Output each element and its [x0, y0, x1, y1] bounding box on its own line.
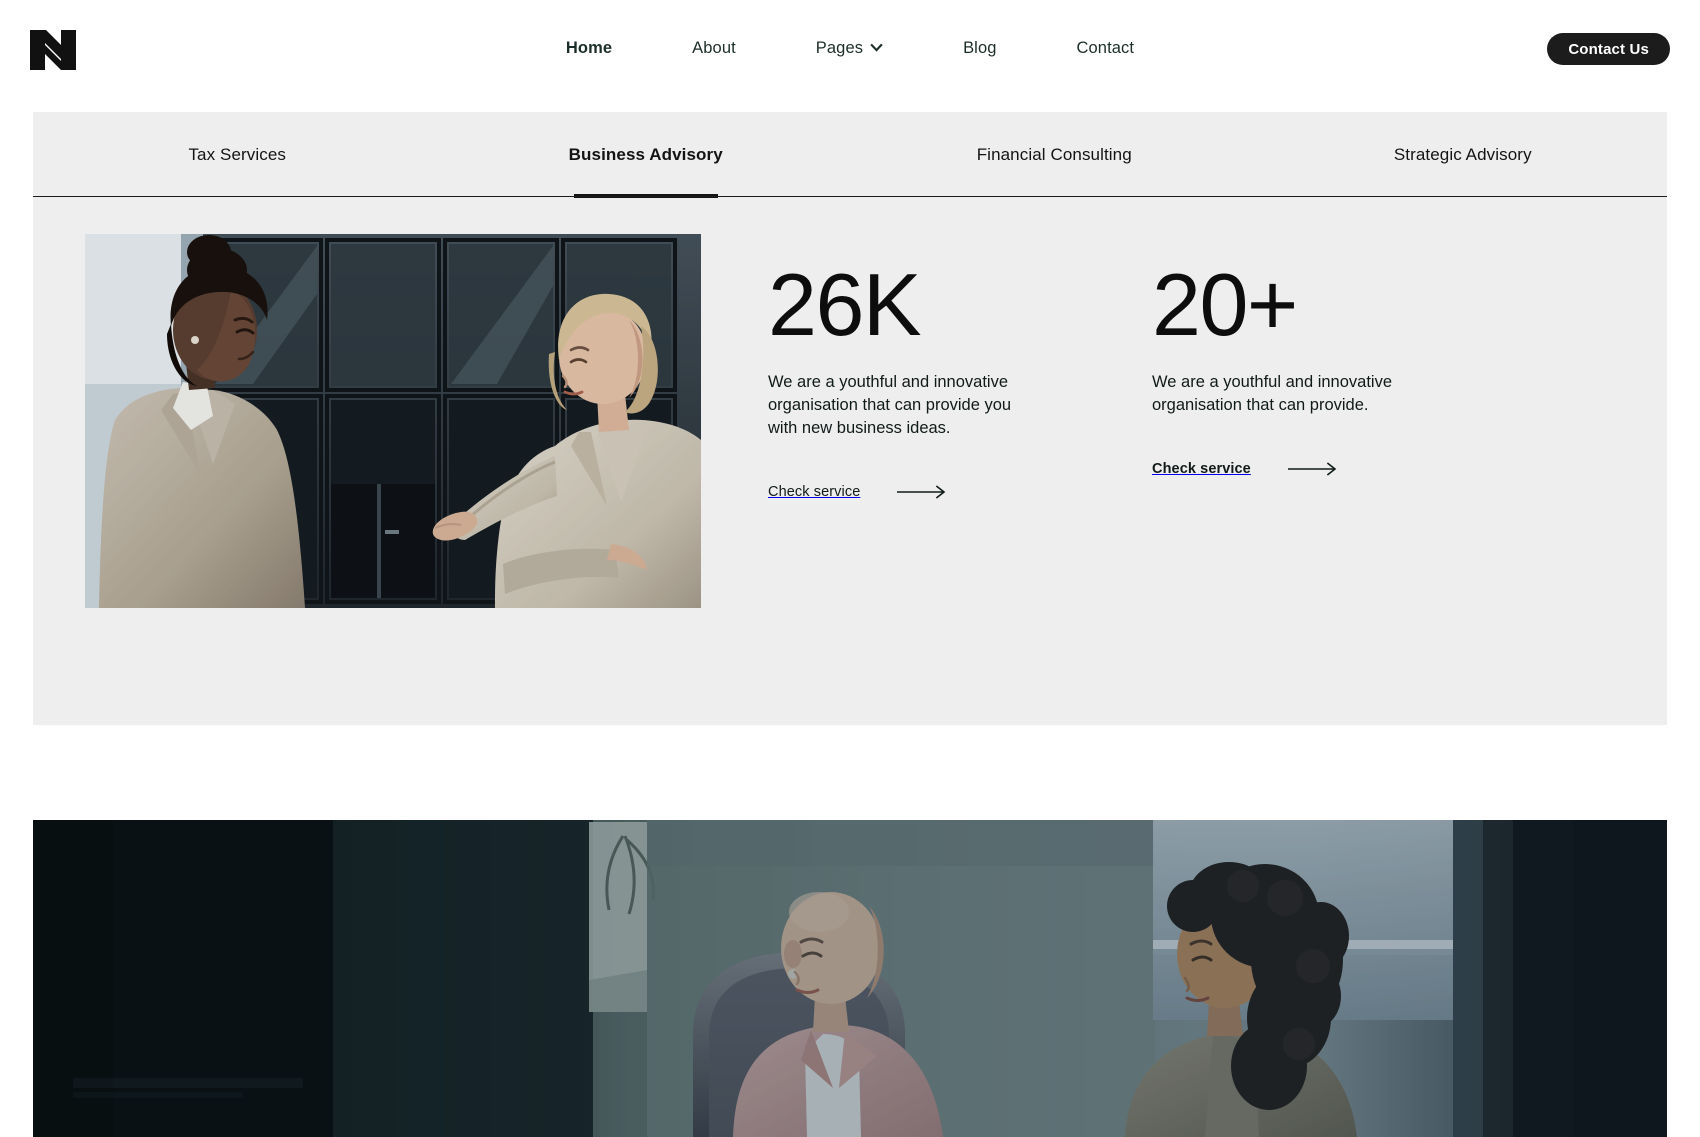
stat-number: 26K	[768, 255, 922, 354]
arrow-right-icon	[1287, 462, 1339, 476]
nav-item-contact[interactable]: Contact	[1037, 36, 1175, 60]
tab-label: Tax Services	[188, 144, 287, 164]
service-tabs: Tax Services Business Advisory Financial…	[33, 112, 1667, 197]
panel-content: 26K We are a youthful and innovative org…	[33, 197, 1667, 725]
stats-group: 26K We are a youthful and innovative org…	[768, 255, 1608, 501]
nav-item-blog[interactable]: Blog	[923, 36, 1036, 60]
tab-strategic-advisory[interactable]: Strategic Advisory	[1259, 112, 1668, 197]
services-panel: Tax Services Business Advisory Financial…	[33, 112, 1667, 725]
nav-label: Pages	[815, 39, 864, 57]
check-service-link-1[interactable]: Check service	[768, 484, 948, 500]
check-service-link-2[interactable]: Check service	[1152, 461, 1339, 477]
stat-description: We are a youthful and innovative organis…	[1152, 373, 1393, 414]
link-label: Check service	[1152, 461, 1251, 477]
nav-label: Home	[565, 39, 613, 57]
stat-card-1: 26K We are a youthful and innovative org…	[768, 255, 1048, 501]
nav-item-about[interactable]: About	[652, 36, 776, 60]
contact-us-button[interactable]: Contact Us	[1547, 33, 1670, 65]
stat-card-2: 20+ We are a youthful and innovative org…	[1152, 257, 1432, 500]
chevron-down-icon	[870, 41, 883, 54]
stat-number: 20+	[1152, 255, 1298, 354]
tab-label: Business Advisory	[568, 144, 723, 164]
tab-tax-services[interactable]: Tax Services	[33, 112, 442, 197]
link-label: Check service	[768, 484, 861, 500]
main-navigation: Home About Pages Blog Contact	[0, 36, 1700, 60]
nav-item-pages[interactable]: Pages	[776, 36, 923, 60]
tab-label: Financial Consulting	[976, 144, 1132, 164]
stat-description: We are a youthful and innovative organis…	[768, 373, 1012, 437]
nav-label: Contact	[1076, 39, 1135, 57]
nav-item-home[interactable]: Home	[526, 36, 652, 60]
tab-business-advisory[interactable]: Business Advisory	[442, 112, 851, 197]
bottom-banner-image	[33, 820, 1667, 1137]
feature-image	[85, 234, 701, 608]
tab-financial-consulting[interactable]: Financial Consulting	[850, 112, 1259, 197]
nav-label: Blog	[963, 39, 997, 57]
site-header: Home About Pages Blog Contact Contact Us	[0, 0, 1700, 104]
arrow-right-icon	[896, 485, 948, 499]
nav-label: About	[692, 39, 736, 57]
page-root: Home About Pages Blog Contact Contact Us…	[0, 0, 1700, 1137]
tab-label: Strategic Advisory	[1393, 144, 1532, 164]
